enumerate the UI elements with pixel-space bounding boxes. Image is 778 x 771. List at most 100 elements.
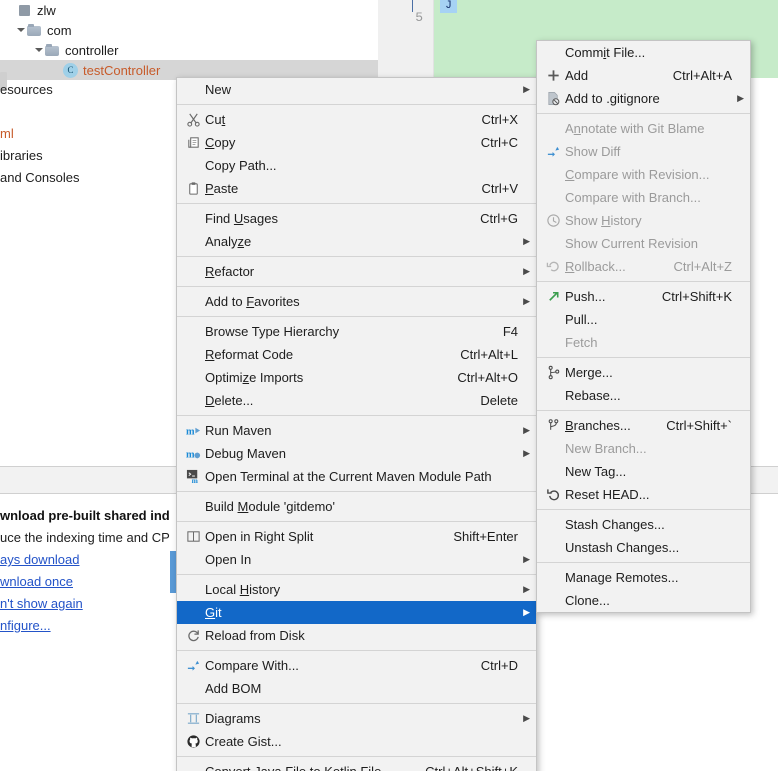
module-icon: [19, 4, 32, 17]
tree-item-truncated[interactable]: and Consoles: [0, 166, 178, 188]
menu-cut[interactable]: Cut Ctrl+X▶: [177, 108, 536, 131]
menu-delete[interactable]: Delete... Delete▶: [177, 389, 536, 412]
git-item-label: Fetch: [565, 335, 598, 350]
menu-compare-with[interactable]: Compare With... Ctrl+D▶: [177, 654, 536, 677]
git-item-label: Manage Remotes...: [565, 570, 679, 585]
tree-item-zlw[interactable]: zlw: [0, 0, 378, 20]
menu-add-to-favorites[interactable]: Add to Favorites ▶: [177, 290, 536, 313]
menu-item-label: Compare With...: [205, 658, 299, 673]
no-icon: [543, 121, 563, 137]
menu-run-maven[interactable]: m Run Maven ▶: [177, 419, 536, 442]
git-commit-file[interactable]: Commit File... ▶: [537, 41, 750, 64]
menu-item-label: Create Gist...: [205, 734, 282, 749]
menu-optimize-imports[interactable]: Optimize Imports Ctrl+Alt+O▶: [177, 366, 536, 389]
tree-item-truncated[interactable]: ml: [0, 122, 178, 144]
git-submenu[interactable]: Commit File...▶AddCtrl+Alt+A▶Add to .git…: [536, 40, 751, 613]
menu-item-label: Open in Right Split: [205, 529, 314, 544]
menu-find-usages[interactable]: Find Usages Ctrl+G▶: [177, 207, 536, 230]
menu-convert-java-file-to-kotlin-file[interactable]: Convert Java File to Kotlin FileCtrl+Alt…: [177, 760, 536, 771]
menu-open-terminal-at-the-current-maven-module-path[interactable]: m Open Terminal at the Current Maven Modu…: [177, 465, 536, 488]
menu-local-history[interactable]: Local History ▶: [177, 578, 536, 601]
notification-link[interactable]: n't show again: [0, 593, 176, 615]
menu-debug-maven[interactable]: m Debug Maven ▶: [177, 442, 536, 465]
git-add[interactable]: Add Ctrl+Alt+A▶: [537, 64, 750, 87]
tree-item-truncated[interactable]: ibraries: [0, 144, 178, 166]
menu-analyze[interactable]: Analyze ▶: [177, 230, 536, 253]
arrow-placeholder: ▶: [732, 47, 744, 58]
menu-item-label: Copy Path...: [205, 158, 277, 173]
arrow-placeholder: ▶: [518, 160, 530, 171]
git-pull[interactable]: Pull... ▶: [537, 308, 750, 331]
git-rebase[interactable]: Rebase... ▶: [537, 384, 750, 407]
git-push[interactable]: Push... Ctrl+Shift+K▶: [537, 285, 750, 308]
no-icon: [543, 540, 563, 556]
no-icon: [543, 236, 563, 252]
menu-browse-type-hierarchy[interactable]: Browse Type Hierarchy F4▶: [177, 320, 536, 343]
menu-build-module-gitdemo[interactable]: Build Module 'gitdemo' ▶: [177, 495, 536, 518]
line-number: 5: [415, 10, 423, 25]
menu-paste[interactable]: Paste Ctrl+V▶: [177, 177, 536, 200]
arrow-placeholder: ▶: [732, 261, 744, 272]
no-icon: [183, 294, 203, 310]
git-add-to-gitignore[interactable]: Add to .gitignore ▶: [537, 87, 750, 110]
menu-shortcut: Ctrl+X: [481, 112, 518, 127]
chevron-down-icon[interactable]: [14, 24, 27, 37]
no-icon: [183, 499, 203, 515]
arrow-placeholder: ▶: [518, 183, 530, 194]
no-icon: [183, 582, 203, 598]
menu-reload-from-disk[interactable]: Reload from Disk ▶: [177, 624, 536, 647]
menu-new[interactable]: New ▶: [177, 78, 536, 101]
git-show-diff: Show Diff ▶: [537, 140, 750, 163]
menu-separator: [537, 113, 750, 114]
git-clone[interactable]: Clone... ▶: [537, 589, 750, 612]
submenu-arrow-icon: ▶: [523, 296, 530, 306]
menu-item-label: Reformat Code: [205, 347, 294, 362]
chevron-down-icon[interactable]: [32, 44, 45, 57]
menu-create-gist[interactable]: Create Gist... ▶: [177, 730, 536, 753]
file-context-menu[interactable]: New▶CutCtrl+X▶CopyCtrl+C▶Copy Path...▶Pa…: [176, 77, 537, 771]
menu-diagrams[interactable]: Diagrams ▶: [177, 707, 536, 730]
menu-shortcut: Ctrl+Alt+Z: [673, 259, 732, 274]
git-unstash-changes[interactable]: Unstash Changes... ▶: [537, 536, 750, 559]
menu-copy-path[interactable]: Copy Path... ▶: [177, 154, 536, 177]
git-new-tag[interactable]: New Tag... ▶: [537, 460, 750, 483]
notification-link[interactable]: ays download: [0, 549, 176, 571]
git-item-label: Rollback...: [565, 259, 626, 274]
project-tree-lower[interactable]: esources ml ibraries and Consoles: [0, 78, 178, 188]
menu-open-in[interactable]: Open In ▶: [177, 548, 536, 571]
git-stash-changes[interactable]: Stash Changes... ▶: [537, 513, 750, 536]
no-icon: [543, 593, 563, 609]
menu-separator: [177, 703, 536, 704]
notification-link[interactable]: wnload once: [0, 571, 176, 593]
menu-item-label: Open In: [205, 552, 252, 567]
no-icon: [183, 324, 203, 340]
git-item-label: Clone...: [565, 593, 610, 608]
submenu-arrow-icon: ▶: [737, 93, 744, 103]
menu-shortcut: Ctrl+Alt+O: [457, 370, 518, 385]
tree-item-controller[interactable]: controller: [0, 40, 378, 60]
git-merge[interactable]: Merge... ▶: [537, 361, 750, 384]
tree-item-truncated[interactable]: esources: [0, 78, 178, 100]
menu-git[interactable]: Git ▶: [177, 601, 536, 624]
submenu-arrow-icon: ▶: [523, 236, 530, 246]
arrow-placeholder: ▶: [518, 349, 530, 360]
notification-body: uce the indexing time and CP: [0, 530, 170, 545]
tree-item-com[interactable]: com: [0, 20, 378, 40]
arrow-placeholder: ▶: [732, 595, 744, 606]
tree-item-label: ml: [0, 125, 14, 141]
git-reset-head[interactable]: Reset HEAD... ▶: [537, 483, 750, 506]
menu-refactor[interactable]: Refactor ▶: [177, 260, 536, 283]
menu-item-label: Refactor: [205, 264, 255, 279]
menu-open-in-right-split[interactable]: Open in Right Split Shift+Enter▶: [177, 525, 536, 548]
git-manage-remotes[interactable]: Manage Remotes... ▶: [537, 566, 750, 589]
clipboard-icon: [183, 181, 203, 197]
menu-shortcut: F4: [502, 324, 518, 339]
notification-link[interactable]: nfigure...: [0, 615, 176, 637]
menu-add-bom[interactable]: Add BOM ▶: [177, 677, 536, 700]
menu-item-label: Convert Java File to Kotlin File: [203, 764, 407, 771]
tree-item-truncated[interactable]: [0, 100, 178, 122]
menu-copy[interactable]: Copy Ctrl+C▶: [177, 131, 536, 154]
menu-reformat-code[interactable]: Reformat Code Ctrl+Alt+L▶: [177, 343, 536, 366]
arrow-placeholder: ▶: [732, 572, 744, 583]
git-branches[interactable]: Branches... Ctrl+Shift+`▶: [537, 414, 750, 437]
